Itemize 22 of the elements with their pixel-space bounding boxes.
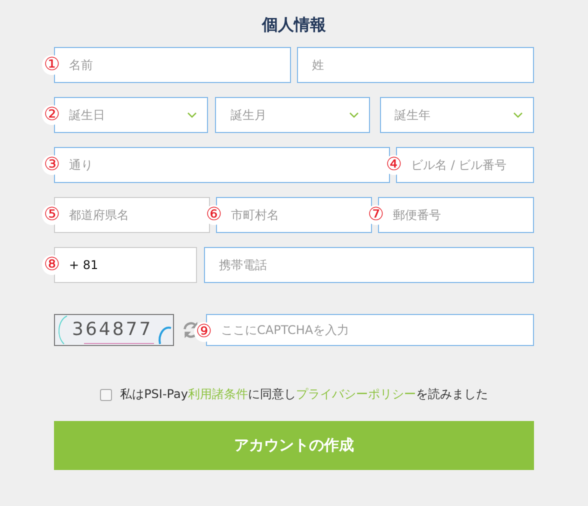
chevron-icon xyxy=(187,112,198,118)
agreement-text: 私はPSI-Pay利用諸条件に同意し プライバシーポリシー を読みました xyxy=(120,386,488,403)
number-marker: ② xyxy=(42,105,62,125)
form-title: 個人情報 xyxy=(260,14,327,36)
number-marker: ③ xyxy=(42,155,62,175)
noise-arc xyxy=(158,326,172,344)
chevron-icon xyxy=(512,112,523,118)
noise-line xyxy=(84,343,154,344)
number-marker: ⑤ xyxy=(42,205,62,225)
dropdown[interactable]: 誕生年 xyxy=(380,97,534,133)
link[interactable]: 利用諸条件 xyxy=(188,387,248,401)
input-field[interactable]: 携帯電話 xyxy=(204,247,534,283)
chevron-icon xyxy=(348,112,359,118)
checkbox[interactable] xyxy=(100,388,112,400)
link[interactable]: プライバシーポリシー xyxy=(296,387,416,401)
noise-arc xyxy=(58,316,68,344)
number-marker: ⑧ xyxy=(42,255,62,275)
dropdown[interactable]: 誕生月 xyxy=(215,97,370,133)
input-field[interactable]: 姓 xyxy=(297,47,534,83)
create-account-button[interactable]: アカウントの作成 xyxy=(54,421,534,470)
captcha-code: 364877 xyxy=(72,319,153,340)
number-marker: ① xyxy=(42,55,62,75)
